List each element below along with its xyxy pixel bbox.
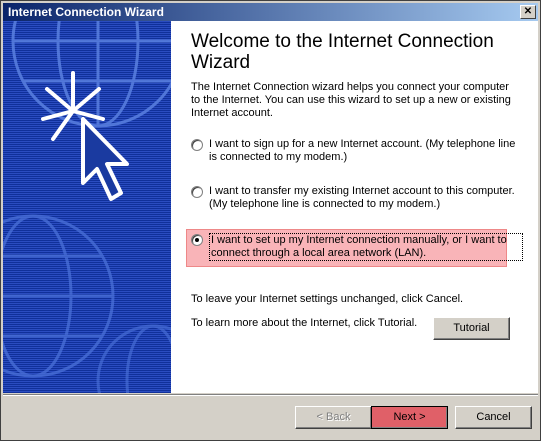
globe-art (3, 21, 171, 393)
close-button[interactable]: ✕ (520, 5, 536, 19)
option-label: I want to set up my Internet connection … (209, 233, 523, 261)
cancel-label: Cancel (476, 411, 511, 423)
wizard-heading: Welcome to the Internet Connection Wizar… (191, 31, 494, 73)
wizard-art-panel (3, 21, 171, 393)
radio-button[interactable] (191, 139, 203, 151)
tutorial-label: Tutorial (453, 322, 490, 334)
wizard-intro: The Internet Connection wizard helps you… (191, 81, 511, 119)
tutorial-button[interactable]: Tutorial (433, 317, 510, 340)
next-button[interactable]: Next > (371, 406, 448, 429)
back-label: < Back (316, 411, 351, 423)
next-label: Next > (393, 411, 426, 423)
cancel-button[interactable]: Cancel (455, 406, 532, 429)
wizard-window: Internet Connection Wizard ✕ Welcome to … (0, 0, 541, 441)
back-button[interactable]: < Back (295, 406, 372, 429)
option-label: I want to sign up for a new Internet acc… (209, 138, 516, 163)
cancel-note: To leave your Internet settings unchange… (191, 293, 464, 305)
wizard-content: Welcome to the Internet Connection Wizar… (171, 21, 538, 393)
radio-button-selected[interactable] (191, 234, 203, 246)
option-label: I want to transfer my existing Internet … (209, 185, 515, 210)
footer-separator (3, 394, 538, 396)
title-bar: Internet Connection Wizard ✕ (3, 3, 538, 21)
radio-dot (195, 238, 199, 242)
radio-button[interactable] (191, 186, 203, 198)
window-title: Internet Connection Wizard (8, 5, 164, 19)
tutorial-note: To learn more about the Internet, click … (191, 317, 418, 329)
close-icon: ✕ (523, 6, 533, 17)
